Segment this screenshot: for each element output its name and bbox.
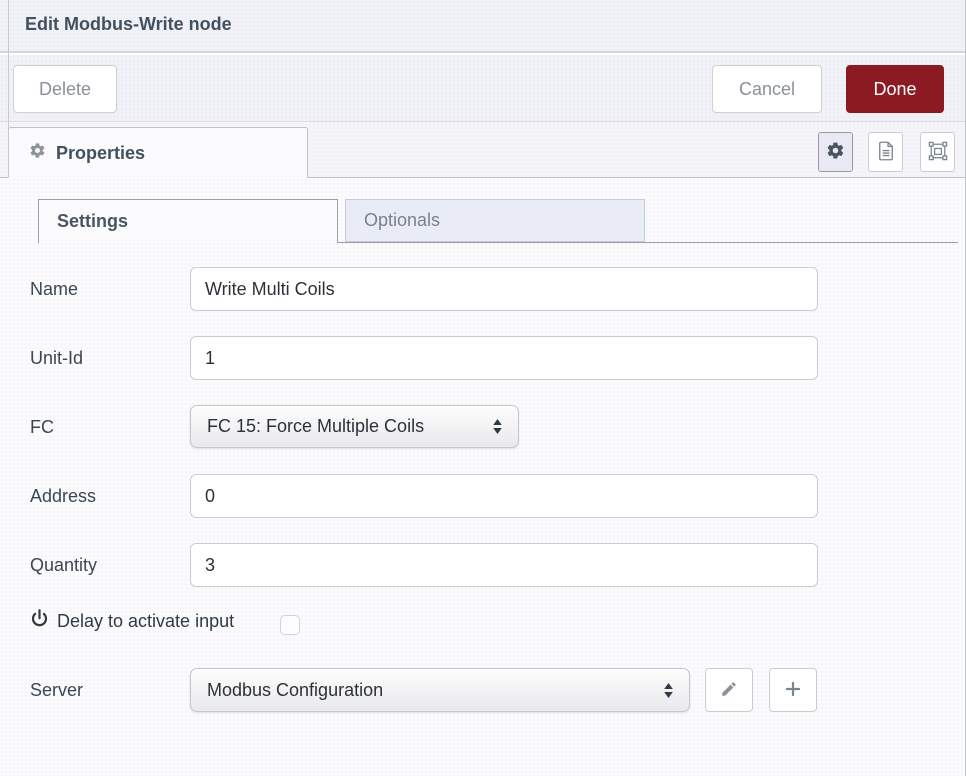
add-server-button[interactable] [769, 668, 817, 712]
appearance-button[interactable] [920, 132, 955, 172]
tab-settings-label: Settings [57, 211, 128, 232]
gear-icon [826, 141, 845, 163]
panel-tabbar: Properties [0, 122, 966, 178]
edit-server-button[interactable] [705, 668, 753, 712]
quantity-label: Quantity [30, 543, 180, 587]
appearance-icon [927, 140, 949, 165]
server-select-value: Modbus Configuration [207, 680, 664, 701]
dialog-toolbar: Delete Cancel Done [0, 55, 966, 122]
tab-settings[interactable]: Settings [38, 199, 338, 243]
address-label: Address [30, 474, 180, 518]
fc-select-value: FC 15: Force Multiple Coils [207, 416, 493, 437]
delete-button[interactable]: Delete [13, 65, 117, 113]
tray-left-border [8, 0, 9, 178]
unit-id-label: Unit-Id [30, 336, 180, 380]
quantity-input[interactable] [190, 543, 818, 587]
power-icon [30, 608, 49, 634]
dialog-header: Edit Modbus-Write node [0, 0, 966, 53]
tab-optionals[interactable]: Optionals [345, 199, 645, 242]
plus-icon [784, 680, 802, 701]
name-label: Name [30, 267, 180, 311]
address-input[interactable] [190, 474, 818, 518]
done-button[interactable]: Done [846, 65, 944, 113]
properties-panel: Settings Optionals Name Unit-Id FC FC 15… [0, 178, 966, 776]
cancel-button[interactable]: Cancel [712, 65, 822, 113]
tab-properties-label: Properties [56, 143, 145, 164]
pencil-icon [720, 680, 738, 701]
delay-label: Delay to activate input [57, 611, 234, 632]
edit-node-dialog: Edit Modbus-Write node Delete Cancel Don… [0, 0, 966, 776]
fc-label: FC [30, 405, 180, 449]
name-input[interactable] [190, 267, 818, 311]
gear-icon [29, 142, 46, 164]
dialog-title: Edit Modbus-Write node [25, 14, 232, 35]
description-icon [876, 140, 896, 165]
fc-select[interactable]: FC 15: Force Multiple Coils [190, 405, 519, 448]
select-arrows-icon [493, 419, 502, 434]
tab-optionals-label: Optionals [364, 210, 440, 231]
select-arrows-icon [664, 683, 673, 698]
unit-id-input[interactable] [190, 336, 818, 380]
server-select[interactable]: Modbus Configuration [190, 668, 690, 712]
delay-row: Delay to activate input [30, 608, 234, 634]
properties-view-button[interactable] [818, 132, 853, 172]
delay-checkbox[interactable] [280, 615, 300, 635]
description-button[interactable] [868, 132, 903, 172]
server-label: Server [30, 668, 180, 712]
tab-properties[interactable]: Properties [8, 127, 308, 178]
